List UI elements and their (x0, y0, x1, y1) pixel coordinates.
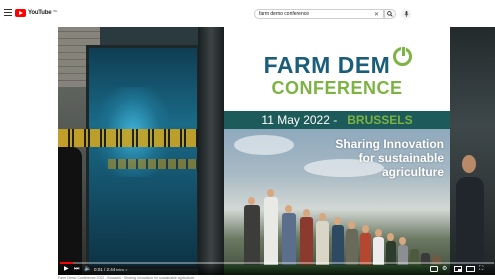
banner-date: 11 May 2022 - (261, 113, 338, 127)
clear-search-icon[interactable]: ✕ (374, 11, 379, 18)
logo-region: BE (53, 9, 58, 13)
player-controls: ▶ ⏭ 🔈 0:01 / 2:44 Intro > ⚙ ⛶ (58, 264, 495, 275)
video-pillar (198, 27, 224, 275)
banner-subtitle: CONFERENCE (271, 78, 403, 98)
settings-icon[interactable]: ⚙ (442, 266, 447, 273)
hamburger-menu-icon[interactable] (4, 9, 12, 16)
conference-banner: FARM DEM CONFERENCE 11 May 2022 - BRUSSE… (224, 27, 450, 275)
masthead: YouTube BE ✕ (0, 0, 495, 27)
volume-icon[interactable]: 🔈 (84, 266, 91, 273)
play-icon[interactable]: ▶ (64, 266, 69, 273)
video-title[interactable]: Farm Demo Conference 2022 - Brussels · S… (58, 276, 458, 280)
microphone-icon (403, 11, 409, 17)
youtube-logo[interactable]: YouTube BE (15, 8, 57, 18)
banner-photo: Sharing Innovation for sustainable agric… (224, 129, 450, 275)
video-player[interactable]: FARM DEM CONFERENCE 11 May 2022 - BRUSSE… (58, 27, 495, 275)
youtube-play-logo-icon (15, 9, 26, 17)
video-person-right (456, 177, 484, 275)
logo-text: YouTube (28, 10, 52, 16)
voice-search-button[interactable] (401, 9, 411, 19)
chapter-chip[interactable]: Intro > (116, 266, 127, 273)
miniplayer-icon[interactable] (454, 266, 462, 273)
time-display: 0:01 / 2:44 (94, 267, 116, 272)
search-box[interactable]: ✕ (254, 9, 384, 19)
banner-date-bar: 11 May 2022 - BRUSSELS (224, 111, 450, 129)
banner-city: BRUSSELS (347, 113, 413, 127)
captions-icon[interactable] (430, 266, 438, 273)
search-icon (387, 11, 393, 17)
search-button[interactable] (384, 9, 396, 19)
power-icon (393, 46, 412, 66)
search-input[interactable] (259, 11, 369, 17)
fullscreen-icon[interactable]: ⛶ (479, 266, 483, 273)
next-icon[interactable]: ⏭ (74, 266, 79, 273)
banner-title: FARM DEM (263, 52, 391, 78)
video-person-left (58, 147, 82, 275)
video-gold-pattern (58, 129, 198, 147)
banner-tagline: Sharing Innovation for sustainable agric… (335, 137, 444, 179)
theater-icon[interactable] (466, 266, 475, 273)
